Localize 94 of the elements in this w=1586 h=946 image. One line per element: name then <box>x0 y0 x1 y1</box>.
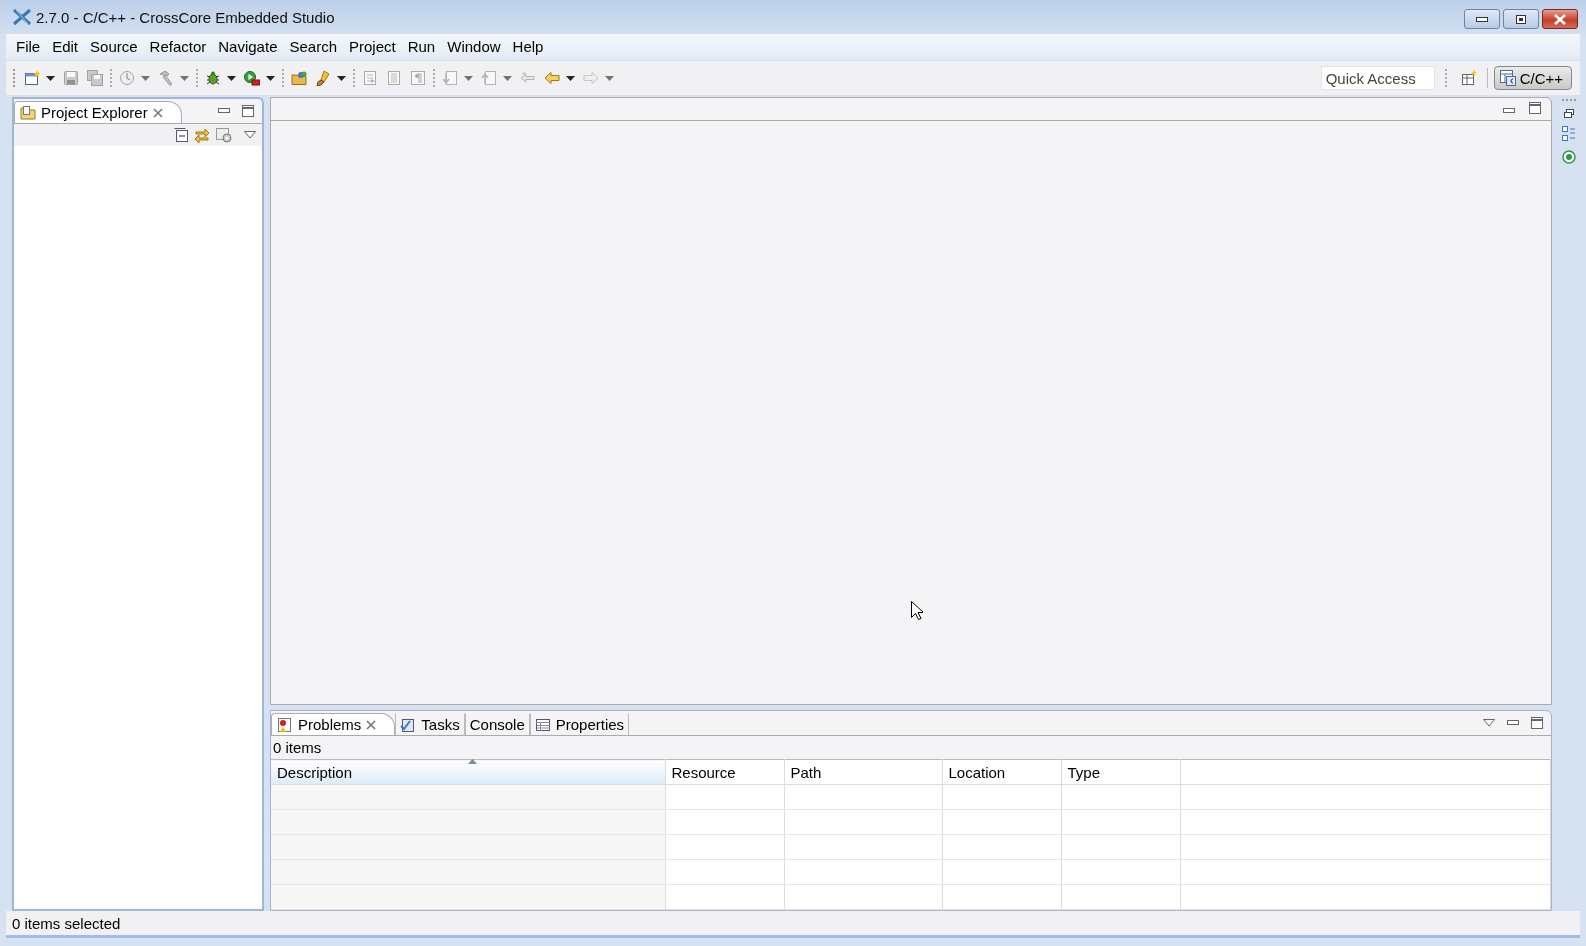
right-arrow-icon <box>583 70 599 86</box>
problems-icon <box>277 716 293 733</box>
panel-tab[interactable]: Properties <box>529 713 630 735</box>
caret-icon <box>566 75 575 81</box>
column-header[interactable]: Type <box>1061 759 1180 785</box>
caret-icon <box>46 75 55 81</box>
hammer-icon <box>158 70 174 86</box>
clipboard-check-icon <box>400 716 417 733</box>
app-logo-icon <box>12 8 32 26</box>
status-text: 0 items selected <box>12 914 121 932</box>
c-window-icon <box>1499 70 1516 86</box>
new-window-icon <box>24 70 40 86</box>
target-icon <box>1562 150 1576 164</box>
menu-item[interactable]: Navigate <box>212 36 284 58</box>
minimize-button[interactable] <box>1507 720 1519 726</box>
restore-icon <box>1516 14 1526 24</box>
table-icon <box>534 716 551 733</box>
clock-icon <box>119 70 135 86</box>
caret-icon <box>266 75 275 81</box>
bug-icon <box>205 70 221 86</box>
sort-caret-icon <box>467 759 477 764</box>
caret-icon <box>503 75 512 81</box>
minimize-button[interactable] <box>218 108 230 114</box>
maximize-icon <box>1529 101 1541 114</box>
menu-item[interactable]: File <box>10 36 47 58</box>
menu-item[interactable]: Source <box>84 36 144 58</box>
maximize-button[interactable] <box>1529 101 1541 117</box>
quick-access-field[interactable]: Quick Access <box>1320 66 1435 90</box>
menu-item[interactable]: Refactor <box>143 36 213 58</box>
column-header[interactable]: Location <box>942 759 1061 785</box>
gear-icon <box>216 127 232 143</box>
swap-arrows-icon <box>194 127 210 143</box>
menu-item[interactable]: Help <box>506 36 550 58</box>
maximize-button[interactable] <box>1531 717 1543 729</box>
column-header[interactable]: Resource <box>665 759 784 785</box>
close-button[interactable] <box>1542 9 1578 29</box>
minimize-icon <box>1507 720 1519 726</box>
run-icon <box>244 70 260 86</box>
folder-icon <box>20 104 36 121</box>
restore-button[interactable] <box>1503 9 1539 29</box>
minimize-icon <box>218 108 230 114</box>
left-arrow-star-icon <box>520 70 536 86</box>
left-arrow-icon <box>544 70 560 86</box>
restore-icon <box>1564 109 1574 118</box>
folder-icon <box>291 70 307 86</box>
close-icon <box>1554 13 1566 25</box>
outline-icon <box>1562 126 1576 142</box>
triangle-down-icon <box>1483 719 1495 727</box>
perspective-button[interactable]: C/C++ <box>1493 66 1572 90</box>
panel-tab[interactable]: Tasks <box>395 713 465 735</box>
document-down-arrow-icon <box>442 70 458 86</box>
column-header[interactable]: Description <box>271 759 665 785</box>
floppy-disks-icon <box>87 70 103 86</box>
restore-button[interactable] <box>1564 109 1574 118</box>
document-lines-icon <box>386 70 402 86</box>
maximize-icon <box>1531 717 1543 729</box>
filter-button[interactable] <box>216 127 232 143</box>
view-menu-button[interactable] <box>1483 719 1495 727</box>
maximize-button[interactable] <box>242 105 254 117</box>
minimize-icon <box>1503 107 1515 114</box>
pilcrow-icon <box>410 70 426 86</box>
link-editor-button[interactable] <box>194 127 210 143</box>
view-menu-button[interactable] <box>244 131 256 139</box>
minimize-button[interactable] <box>1464 9 1500 29</box>
close-icon <box>366 719 377 730</box>
menu-item[interactable]: Project <box>343 36 402 58</box>
panel-tab[interactable]: Console <box>464 713 530 735</box>
caret-icon <box>180 75 189 81</box>
collapse-all-button[interactable] <box>174 128 188 142</box>
panel-tab[interactable]: Project Explorer <box>14 101 182 123</box>
mouse-pointer-icon <box>911 601 923 620</box>
caret-icon <box>464 75 473 81</box>
document-up-arrow-icon <box>481 70 497 86</box>
triangle-down-icon <box>244 131 256 139</box>
menu-item[interactable]: Edit <box>46 36 85 58</box>
grid-plus-icon <box>1460 70 1477 86</box>
panel-tab[interactable]: Problems <box>271 713 396 735</box>
window-title: 2.7.0 - C/C++ - CrossCore Embedded Studio <box>36 8 335 26</box>
menu-item[interactable]: Window <box>441 36 507 58</box>
close-icon <box>152 107 163 118</box>
menu-item[interactable]: Run <box>401 36 442 58</box>
menu-item[interactable]: Search <box>283 36 343 58</box>
maximize-icon <box>242 105 254 117</box>
target-button[interactable] <box>1562 150 1576 164</box>
outline-button[interactable] <box>1562 126 1576 142</box>
caret-icon <box>337 75 346 81</box>
column-header[interactable]: Path <box>784 759 942 785</box>
item-count: 0 items <box>272 738 323 758</box>
brush-icon <box>315 70 331 86</box>
caret-icon <box>141 75 150 81</box>
caret-icon <box>605 75 614 81</box>
minimize-icon <box>1476 16 1488 22</box>
caret-icon <box>227 75 236 81</box>
collapse-all-icon <box>174 128 188 142</box>
